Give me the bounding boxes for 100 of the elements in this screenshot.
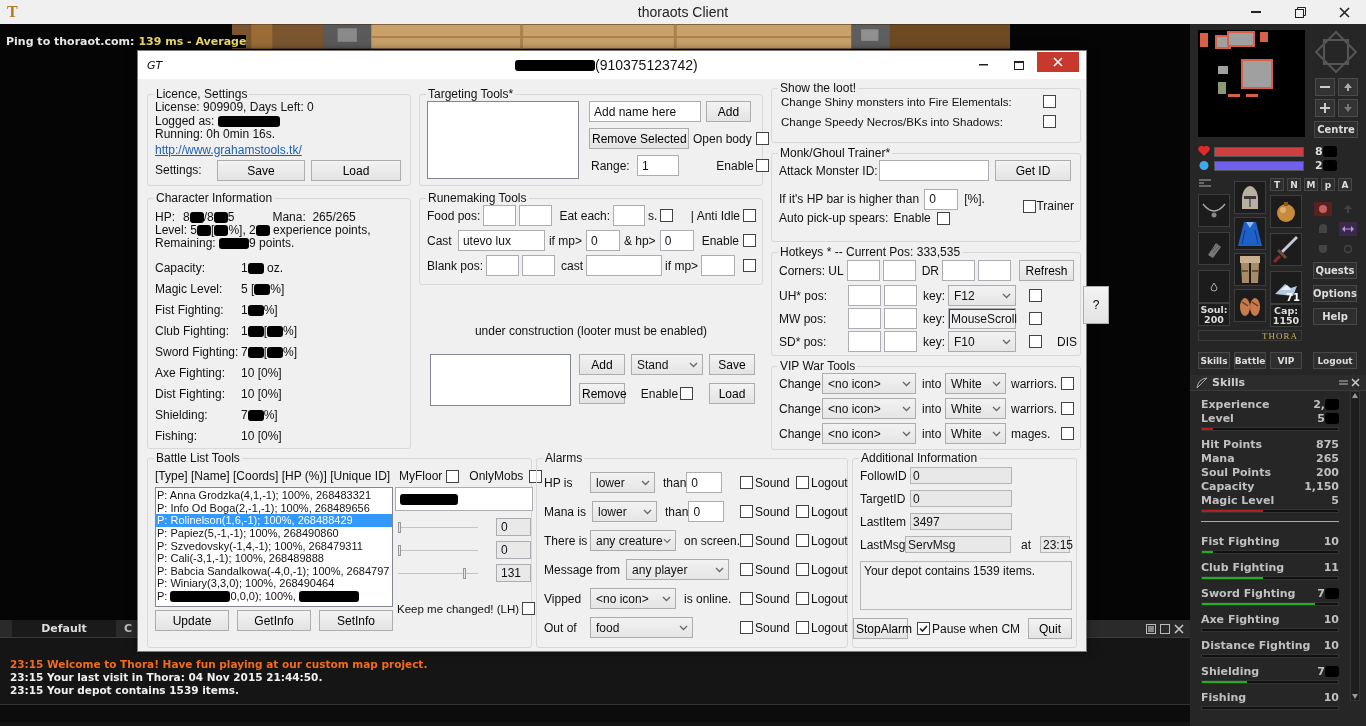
checkbox[interactable] [740, 621, 753, 634]
checkbox[interactable] [936, 211, 950, 225]
input-field[interactable] [879, 160, 989, 181]
menu-button[interactable]: Quests [1313, 262, 1357, 279]
dropdown[interactable]: F10 [948, 331, 1016, 352]
input-field[interactable]: 3497 [910, 513, 1012, 530]
checkbox[interactable] [796, 621, 809, 634]
input-field[interactable]: 0 [924, 188, 959, 210]
refresh-button[interactable]: Refresh [1019, 260, 1075, 281]
checkbox[interactable] [660, 209, 674, 222]
checkbox[interactable] [743, 259, 756, 272]
inventory-slot[interactable] [1198, 194, 1230, 227]
checkbox[interactable] [796, 476, 809, 489]
list-item[interactable]: P: Winiary(3,3,0); 100%, 268490464 [156, 577, 392, 590]
checkbox[interactable] [740, 534, 753, 547]
checkbox[interactable] [446, 469, 460, 483]
dropdown[interactable]: any player [626, 559, 730, 580]
scroll-down-icon[interactable] [1351, 692, 1359, 700]
input-field[interactable]: 0 [688, 501, 725, 522]
up-arrow-icon[interactable] [1342, 82, 1353, 92]
input-field[interactable] [848, 308, 881, 329]
panel-button[interactable]: VIP [1270, 352, 1302, 369]
checkbox[interactable] [917, 622, 930, 635]
input-field[interactable] [884, 285, 917, 306]
save-button[interactable]: Save [217, 160, 305, 181]
minus-icon[interactable] [1319, 86, 1330, 88]
save-button[interactable]: Save [709, 354, 755, 375]
chat-tab[interactable]: Default [12, 620, 116, 637]
input-field[interactable] [395, 487, 533, 511]
input-field[interactable]: 0 [686, 472, 723, 493]
inventory-slot[interactable] [1234, 181, 1266, 214]
get-id-button[interactable]: Get ID [995, 160, 1071, 181]
remove-button[interactable]: Remove Selected [589, 128, 689, 149]
menu-button[interactable]: Options [1313, 285, 1357, 302]
input-field[interactable] [942, 260, 976, 281]
input-field[interactable] [884, 331, 917, 352]
inventory-slot[interactable] [1234, 217, 1266, 250]
checkbox[interactable] [680, 387, 694, 400]
input-field[interactable] [848, 331, 881, 352]
dropdown[interactable]: <no icon> [822, 373, 916, 394]
load-button[interactable]: Load [709, 383, 755, 404]
input-field[interactable]: Add name here [589, 101, 701, 122]
window-icon[interactable] [1146, 623, 1156, 634]
checkbox[interactable] [529, 469, 543, 483]
input-field[interactable] [882, 260, 916, 281]
inventory-slot[interactable] [1234, 253, 1266, 286]
close-icon[interactable] [1338, 6, 1350, 18]
remove-button[interactable]: Remove [579, 383, 625, 404]
input-field[interactable] [483, 205, 517, 226]
input-field[interactable] [613, 205, 646, 226]
mode-button[interactable]: A [1338, 178, 1352, 191]
dropdown[interactable]: Stand [631, 354, 703, 375]
centre-button[interactable]: Centre [1314, 121, 1358, 138]
dropdown[interactable]: White [945, 423, 1006, 444]
input-field[interactable] [586, 255, 663, 276]
website-link[interactable]: http://www.grahamstools.tk/ [155, 143, 404, 157]
input-field[interactable] [848, 285, 881, 306]
input-field[interactable] [486, 255, 520, 276]
checkbox[interactable] [1029, 289, 1042, 302]
plus-icon[interactable] [1319, 103, 1330, 113]
checkbox[interactable] [1023, 199, 1037, 213]
input-field[interactable] [522, 255, 556, 276]
checkbox[interactable] [522, 602, 536, 615]
checkbox[interactable] [1061, 427, 1074, 440]
close-button[interactable] [1037, 52, 1079, 72]
input-field[interactable] [701, 255, 736, 276]
list-item[interactable]: P: Info Od Boga(2,-1,-1); 100%, 268489656 [156, 501, 392, 515]
panel-button[interactable]: Battle [1234, 352, 1266, 369]
checkbox[interactable] [796, 592, 809, 605]
input-field[interactable] [519, 205, 553, 226]
action-button[interactable]: Update [155, 610, 229, 631]
input-field[interactable]: utevo lux [457, 230, 545, 251]
checkbox[interactable] [740, 563, 753, 576]
checkbox[interactable] [796, 534, 809, 547]
input-field[interactable]: 0 [910, 467, 1012, 484]
dropdown[interactable]: White [945, 398, 1006, 419]
checkbox[interactable] [1061, 377, 1074, 390]
inventory-slot[interactable] [1234, 289, 1266, 322]
mode-button[interactable]: N [1287, 178, 1301, 191]
action-button[interactable]: SetInfo [319, 610, 393, 631]
maximize-icon[interactable] [1014, 60, 1024, 70]
input-field[interactable]: 0 [585, 230, 620, 251]
scrollbar[interactable] [1350, 391, 1360, 701]
dropdown[interactable]: lower [592, 501, 658, 522]
input-field[interactable]: ServMsg [905, 536, 1011, 553]
checkbox[interactable] [1061, 402, 1074, 415]
help-button[interactable]: ? [1083, 286, 1110, 324]
inventory-slot[interactable] [1270, 195, 1302, 228]
checkbox[interactable] [1029, 312, 1042, 325]
input-field[interactable]: 0 [910, 490, 1012, 507]
panel-button[interactable]: Logout [1313, 352, 1357, 369]
dropdown[interactable]: any creature [590, 530, 676, 551]
dropdown[interactable]: <no icon> [822, 423, 916, 444]
input-field[interactable]: 0 [659, 230, 694, 251]
checkbox[interactable] [796, 563, 809, 576]
swap-icon[interactable] [1339, 222, 1357, 236]
inventory-slot[interactable]: 71 [1270, 271, 1302, 304]
slider-thumb[interactable] [462, 567, 466, 579]
checkbox[interactable] [743, 234, 756, 247]
action-button[interactable]: GetInfo [237, 610, 311, 631]
